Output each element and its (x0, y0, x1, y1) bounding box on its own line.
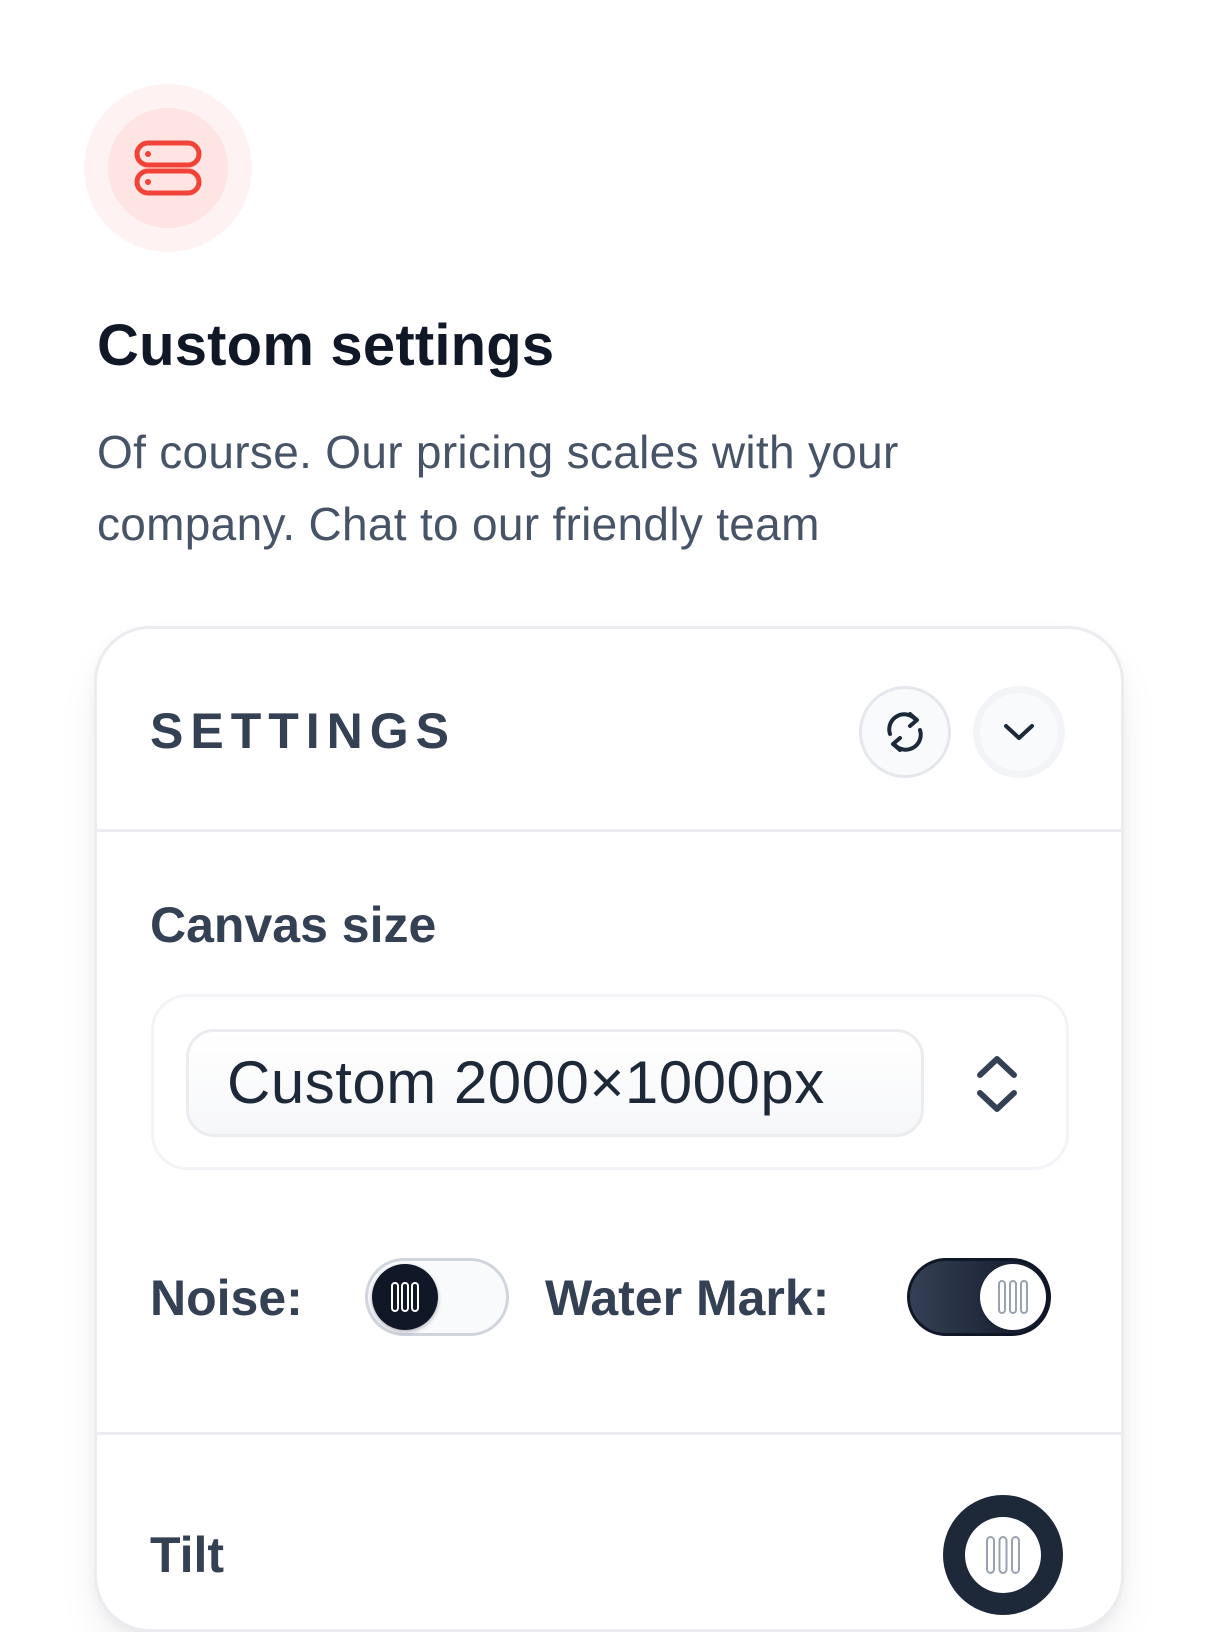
noise-toggle-knob (372, 1264, 438, 1330)
tilt-label: Tilt (150, 1527, 225, 1583)
page-description: Of course. Our pricing scales with your … (97, 426, 899, 550)
feature-icon-inner (108, 108, 228, 228)
watermark-label: Water Mark: (545, 1270, 830, 1326)
canvas-size-select[interactable]: Custom 2000×1000px (151, 994, 1069, 1170)
canvas-size-value: Custom 2000×1000px (186, 1029, 924, 1137)
watermark-toggle[interactable] (907, 1258, 1051, 1336)
settings-card: SETTINGS Canvas size Custom 2000×1000px (94, 626, 1124, 1632)
collapse-button-inner (980, 693, 1058, 771)
settings-card-header: SETTINGS (97, 629, 1121, 832)
noise-toggle[interactable] (365, 1258, 509, 1336)
watermark-toggle-knob (980, 1264, 1046, 1330)
chevron-up-down-icon (977, 1056, 1017, 1112)
refresh-button[interactable] (859, 686, 951, 778)
refresh-icon (887, 712, 923, 752)
grip-icon (998, 1280, 1028, 1314)
grip-icon (986, 1536, 1020, 1574)
collapse-button[interactable] (973, 686, 1065, 778)
chevron-down-icon (1004, 724, 1034, 740)
tilt-section: Tilt (97, 1435, 1121, 1629)
server-stack-icon (134, 140, 202, 196)
canvas-size-label: Canvas size (150, 897, 437, 953)
tilt-handle-inner (965, 1517, 1041, 1593)
canvas-section: Canvas size Custom 2000×1000px Noise: Wa… (97, 832, 1121, 1435)
noise-label: Noise: (150, 1270, 303, 1326)
grip-icon (391, 1282, 419, 1312)
page-title: Custom settings (97, 313, 555, 378)
settings-title: SETTINGS (150, 703, 457, 759)
feature-icon-badge (84, 84, 252, 252)
tilt-slider-handle[interactable] (943, 1495, 1063, 1615)
